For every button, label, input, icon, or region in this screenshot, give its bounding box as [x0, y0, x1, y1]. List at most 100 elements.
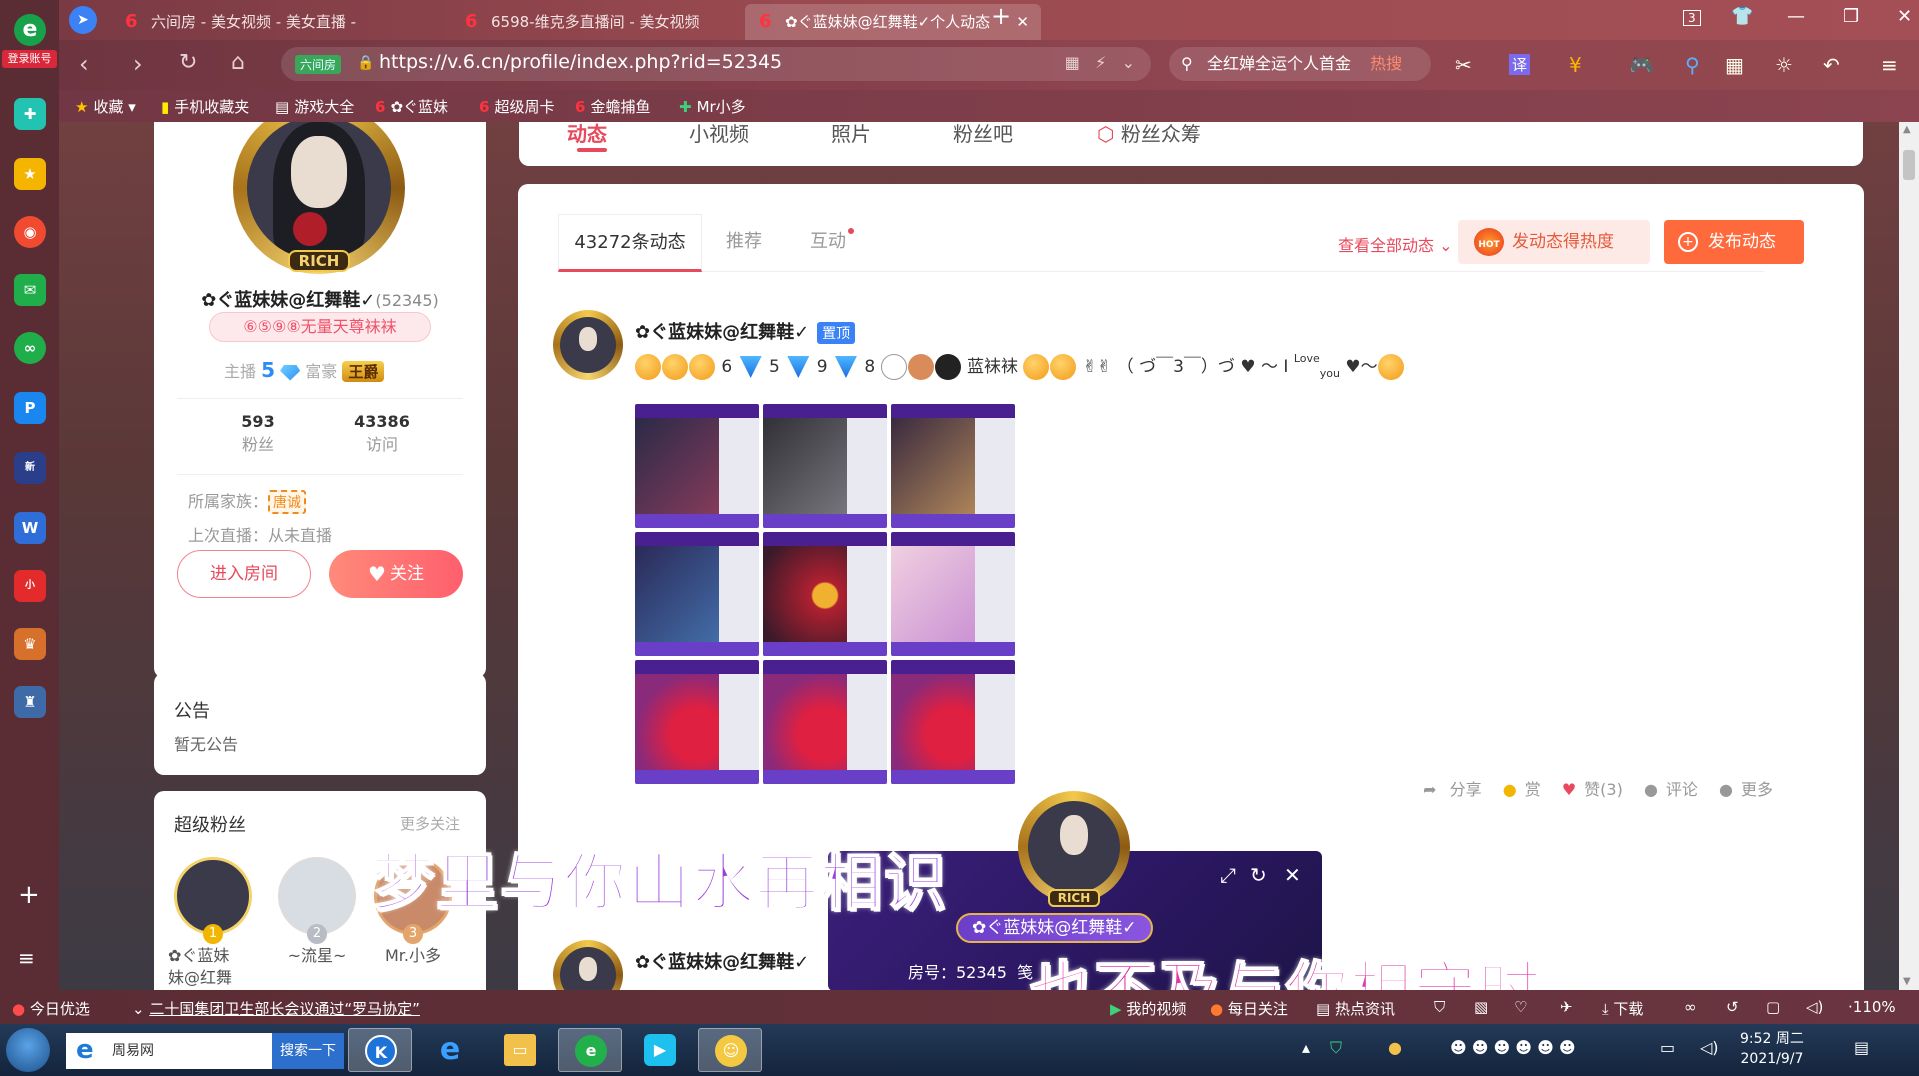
post-author[interactable]: ✿ぐ蓝妹妹@红舞鞋✓ 置顶 — [635, 318, 856, 344]
news-app-icon[interactable]: 新 — [14, 452, 46, 484]
xiaohongshu-icon[interactable]: 小 — [14, 570, 46, 602]
undo-icon[interactable]: ↶ — [1823, 53, 1840, 77]
p-app-icon[interactable]: P — [14, 392, 46, 424]
home-button[interactable]: ⌂ — [231, 50, 245, 75]
avatar[interactable] — [553, 310, 623, 380]
tab-liujianfang[interactable]: 6 六间房 - 美女视频 - 美女直播 - — [111, 4, 451, 40]
rocket-icon[interactable]: ✈ — [1560, 998, 1573, 1016]
tab-fan-bar[interactable]: 粉丝吧 — [953, 122, 1013, 147]
like-button[interactable]: ♥ 赞(3) — [1554, 780, 1623, 799]
comment-button[interactable]: ● 评论 — [1636, 780, 1698, 799]
add-icon[interactable]: + — [18, 880, 40, 910]
url-text[interactable]: https://v.6.cn/profile/index.php?rid=523… — [379, 51, 782, 73]
tray-volume-icon[interactable]: ◁) — [1700, 1038, 1719, 1057]
tab-room-6598[interactable]: 6 6598-维克多直播间 - 美女视频 — [451, 4, 741, 40]
bookmark-games[interactable]: ▤ 游戏大全 — [275, 96, 354, 117]
photo-thumbnail[interactable] — [635, 660, 759, 784]
profile-avatar[interactable]: RICH — [233, 122, 405, 274]
hot-news-link[interactable]: ▤ 热点资讯 — [1316, 998, 1395, 1019]
fans-stat[interactable]: 593 粉丝 — [198, 412, 318, 455]
taskbar-app-game[interactable]: ☺ — [698, 1028, 762, 1072]
close-icon[interactable]: ✕ — [1284, 863, 1301, 887]
coin-icon[interactable]: ¥ — [1569, 53, 1582, 77]
photo-thumbnail[interactable] — [763, 404, 887, 528]
taskbar-app-k[interactable]: K — [348, 1028, 412, 1072]
notification-center-icon[interactable]: ▤ — [1854, 1038, 1869, 1057]
shirt-skin-icon[interactable]: 👕 — [1731, 6, 1753, 27]
tray-network-icon[interactable]: ▭ — [1660, 1038, 1675, 1057]
bookmark-mobile[interactable]: ▮ 手机收藏夹 — [161, 96, 249, 117]
search-input[interactable]: ⚲ 全红婵全运个人首金 热搜 — [1169, 47, 1431, 81]
bookmark-profile[interactable]: 6 ✿ぐ蓝妹 — [375, 96, 448, 117]
url-field[interactable]: 六间房 🔒 https://v.6.cn/profile/index.php?r… — [281, 47, 1151, 81]
avatar[interactable] — [553, 940, 623, 990]
forward-button[interactable]: › — [133, 50, 143, 78]
tab-recommended[interactable]: 推荐 — [702, 214, 786, 272]
scroll-thumb[interactable] — [1903, 150, 1915, 180]
navigate-icon[interactable]: ➤ — [69, 6, 97, 34]
more-follows-link[interactable]: 更多关注 — [400, 813, 460, 834]
scroll-down-icon[interactable]: ▼ — [1903, 976, 1911, 987]
close-tab-icon[interactable]: ✕ — [1016, 4, 1029, 40]
photo-thumbnail[interactable] — [891, 532, 1015, 656]
brightness-icon[interactable]: ☼ — [1775, 53, 1793, 77]
gamepad-icon[interactable]: 🎮 — [1629, 53, 1654, 77]
tab-crowdfunding[interactable]: ⬡ 粉丝众筹 — [1097, 122, 1201, 147]
refresh-button[interactable]: ↻ — [179, 50, 197, 75]
bookmark-fishing[interactable]: 6 金蟾捕鱼 — [575, 96, 650, 117]
download-link[interactable]: ⤓ 下载 — [1602, 998, 1643, 1019]
photo-thumbnail[interactable] — [763, 532, 887, 656]
browser-menu-icon[interactable]: ≡ — [1881, 53, 1898, 77]
more-button[interactable]: ● 更多 — [1711, 780, 1773, 799]
game-app-2-icon[interactable]: ♜ — [14, 686, 46, 718]
view-all-dropdown[interactable]: 查看全部动态 ⌄ — [1338, 232, 1453, 256]
link-icon[interactable]: ∞ — [1684, 998, 1697, 1016]
scissors-icon[interactable]: ✂ — [1455, 53, 1472, 77]
super-fan-2[interactable]: 2 ~流星~ — [272, 857, 362, 967]
family-tag[interactable]: 唐诚 — [268, 490, 307, 514]
taskbar-app-ie[interactable]: e — [418, 1028, 482, 1072]
translate-app-icon[interactable]: ✚ — [14, 98, 46, 130]
tray-shield-icon[interactable]: ⛉ — [1330, 1038, 1342, 1058]
reward-button[interactable]: ● 赏 — [1495, 780, 1541, 799]
image-icon[interactable]: ▧ — [1474, 998, 1488, 1016]
tab-count-badge[interactable]: 3 — [1683, 10, 1701, 26]
photo-thumbnail[interactable] — [635, 404, 759, 528]
health-icon[interactable]: ♡ — [1514, 998, 1527, 1016]
weibo-icon[interactable]: ◉ — [14, 216, 46, 248]
magnifier-icon[interactable]: ⚲ — [1685, 53, 1700, 77]
taskbar-app-browser[interactable]: e — [558, 1028, 622, 1072]
tray-expand-icon[interactable]: ▴ — [1302, 1038, 1310, 1057]
today-picks[interactable]: ● 今日优选 — [12, 998, 90, 1019]
game-app-icon[interactable]: ♛ — [14, 628, 46, 660]
page-scrollbar[interactable]: ▲ ▼ — [1899, 122, 1919, 990]
sync-icon[interactable]: ↺ — [1726, 998, 1739, 1016]
photo-thumbnail[interactable] — [763, 660, 887, 784]
back-button[interactable]: ‹ — [79, 50, 89, 78]
my-video-link[interactable]: ▶ 我的视频 — [1110, 998, 1186, 1019]
new-tab-button[interactable]: + — [991, 2, 1011, 30]
taskbar-search-input[interactable]: e 周易网 — [66, 1033, 272, 1069]
share-button[interactable]: ➦ 分享 — [1423, 780, 1482, 799]
follow-button[interactable]: ♥ 关注 — [329, 550, 463, 598]
browser-logo[interactable]: e 登录账号 — [0, 8, 59, 70]
taskbar-search-button[interactable]: 搜索一下 — [272, 1033, 344, 1069]
photo-thumbnail[interactable] — [891, 404, 1015, 528]
taskbar-clock[interactable]: 9:52 周二 2021/9/7 — [1740, 1029, 1804, 1069]
photo-thumbnail[interactable] — [635, 532, 759, 656]
bookmark-favorites[interactable]: ★ 收藏 ▾ — [75, 96, 136, 117]
login-button[interactable]: 登录账号 — [2, 50, 57, 68]
mini-player-avatar[interactable] — [1018, 791, 1130, 903]
super-fan-1[interactable]: 1 ✿ぐ蓝妹 妹@红舞 — [168, 857, 258, 989]
tab-dynamics[interactable]: 动态 — [567, 122, 607, 152]
apps-grid-icon[interactable]: ▦ — [1725, 53, 1744, 77]
tray-qq-icons[interactable]: ☻ ☻ ☻ ☻ ☻ ☻ — [1450, 1038, 1576, 1057]
translate-icon[interactable]: 译 — [1509, 54, 1531, 75]
url-tools-icon[interactable]: ▦ ⚡ ⌄ — [1065, 53, 1135, 72]
tab-photos[interactable]: 照片 — [831, 122, 871, 147]
tray-app-icon[interactable]: ● — [1388, 1038, 1402, 1057]
enter-room-button[interactable]: 进入房间 — [177, 550, 311, 598]
bookmark-mr-xiaoduo[interactable]: ✚ Mr小多 — [679, 96, 746, 117]
link-icon[interactable]: ∞ — [14, 332, 46, 364]
document-icon[interactable]: W — [14, 512, 46, 544]
